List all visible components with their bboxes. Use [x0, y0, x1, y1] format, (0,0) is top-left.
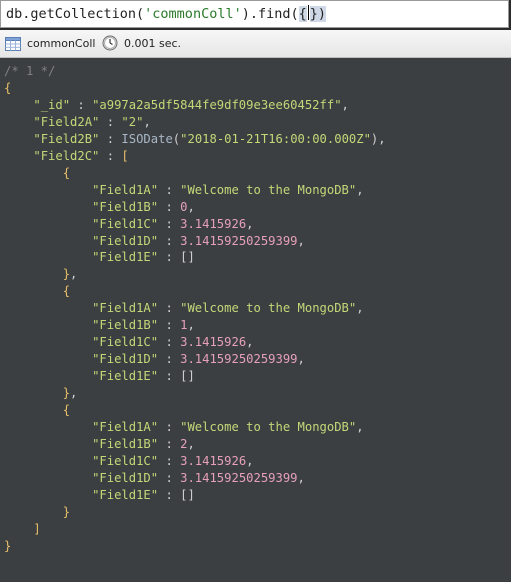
field1a-key: "Field1A": [92, 182, 159, 197]
id-value: "a997a2a5df5844fe9df09e3ee60452ff": [92, 97, 342, 112]
field1b-key: "Field1B": [92, 318, 159, 333]
field2b-value: "2018-01-21T16:00:00.000Z": [180, 131, 371, 146]
field1e-value: []: [180, 487, 195, 502]
field1d-key: "Field1D": [92, 233, 159, 248]
id-key: "_id": [33, 97, 71, 112]
json-document: /* 1 */ { "_id" : "a997a2a5df5844fe9df09…: [4, 64, 386, 553]
query-collection: 'commonColl': [144, 6, 242, 22]
field1d-value: 3.14159250259399: [180, 352, 298, 367]
field1e-key: "Field1E": [92, 250, 159, 265]
field1c-value: 3.1415926: [180, 216, 247, 231]
field1a-key: "Field1A": [92, 420, 159, 435]
field1d-key: "Field1D": [92, 470, 159, 485]
query-close-brace: }): [309, 6, 327, 22]
field2b-key: "Field2B": [33, 131, 100, 146]
field1e-value: []: [180, 369, 195, 384]
query-method: ).find(: [241, 6, 299, 22]
field1c-key: "Field1C": [92, 453, 159, 468]
field1e-value: []: [180, 250, 195, 265]
isodate-fn: ISODate: [121, 131, 173, 146]
result-toolbar: commonColl 0.001 sec.: [0, 30, 511, 58]
field1a-key: "Field1A": [92, 301, 159, 316]
field1b-key: "Field1B": [92, 199, 159, 214]
field1d-value: 3.14159250259399: [180, 470, 298, 485]
field2c-key: "Field2C": [33, 148, 100, 163]
field1b-key: "Field1B": [92, 436, 159, 451]
field1e-key: "Field1E": [92, 369, 159, 384]
field1c-key: "Field1C": [92, 216, 159, 231]
clock-icon: [102, 35, 118, 55]
query-text[interactable]: db.getCollection('commonColl').find({}): [6, 5, 327, 23]
field1d-key: "Field1D": [92, 352, 159, 367]
query-prefix: db.getCollection(: [6, 6, 145, 22]
field1a-value: "Welcome to the MongoDB": [180, 182, 357, 197]
query-open-brace: {: [298, 6, 307, 22]
field1c-value: 3.1415926: [180, 453, 247, 468]
table-grid-icon[interactable]: [5, 36, 21, 55]
result-editor[interactable]: /* 1 */ { "_id" : "a997a2a5df5844fe9df09…: [0, 58, 511, 582]
field1a-value: "Welcome to the MongoDB": [180, 420, 357, 435]
field1c-key: "Field1C": [92, 335, 159, 350]
field1e-key: "Field1E": [92, 487, 159, 502]
collection-name: commonColl: [27, 37, 96, 50]
document-comment: /* 1 */: [4, 64, 56, 78]
text-caret: [307, 5, 309, 20]
elapsed-time: 0.001 sec.: [124, 37, 182, 50]
query-input[interactable]: db.getCollection('commonColl').find({}): [0, 0, 509, 28]
field1a-value: "Welcome to the MongoDB": [180, 301, 357, 316]
field2a-key: "Field2A": [33, 114, 100, 129]
field1c-value: 3.1415926: [180, 335, 247, 350]
field2a-value: "2": [121, 114, 144, 129]
field1d-value: 3.14159250259399: [180, 233, 298, 248]
